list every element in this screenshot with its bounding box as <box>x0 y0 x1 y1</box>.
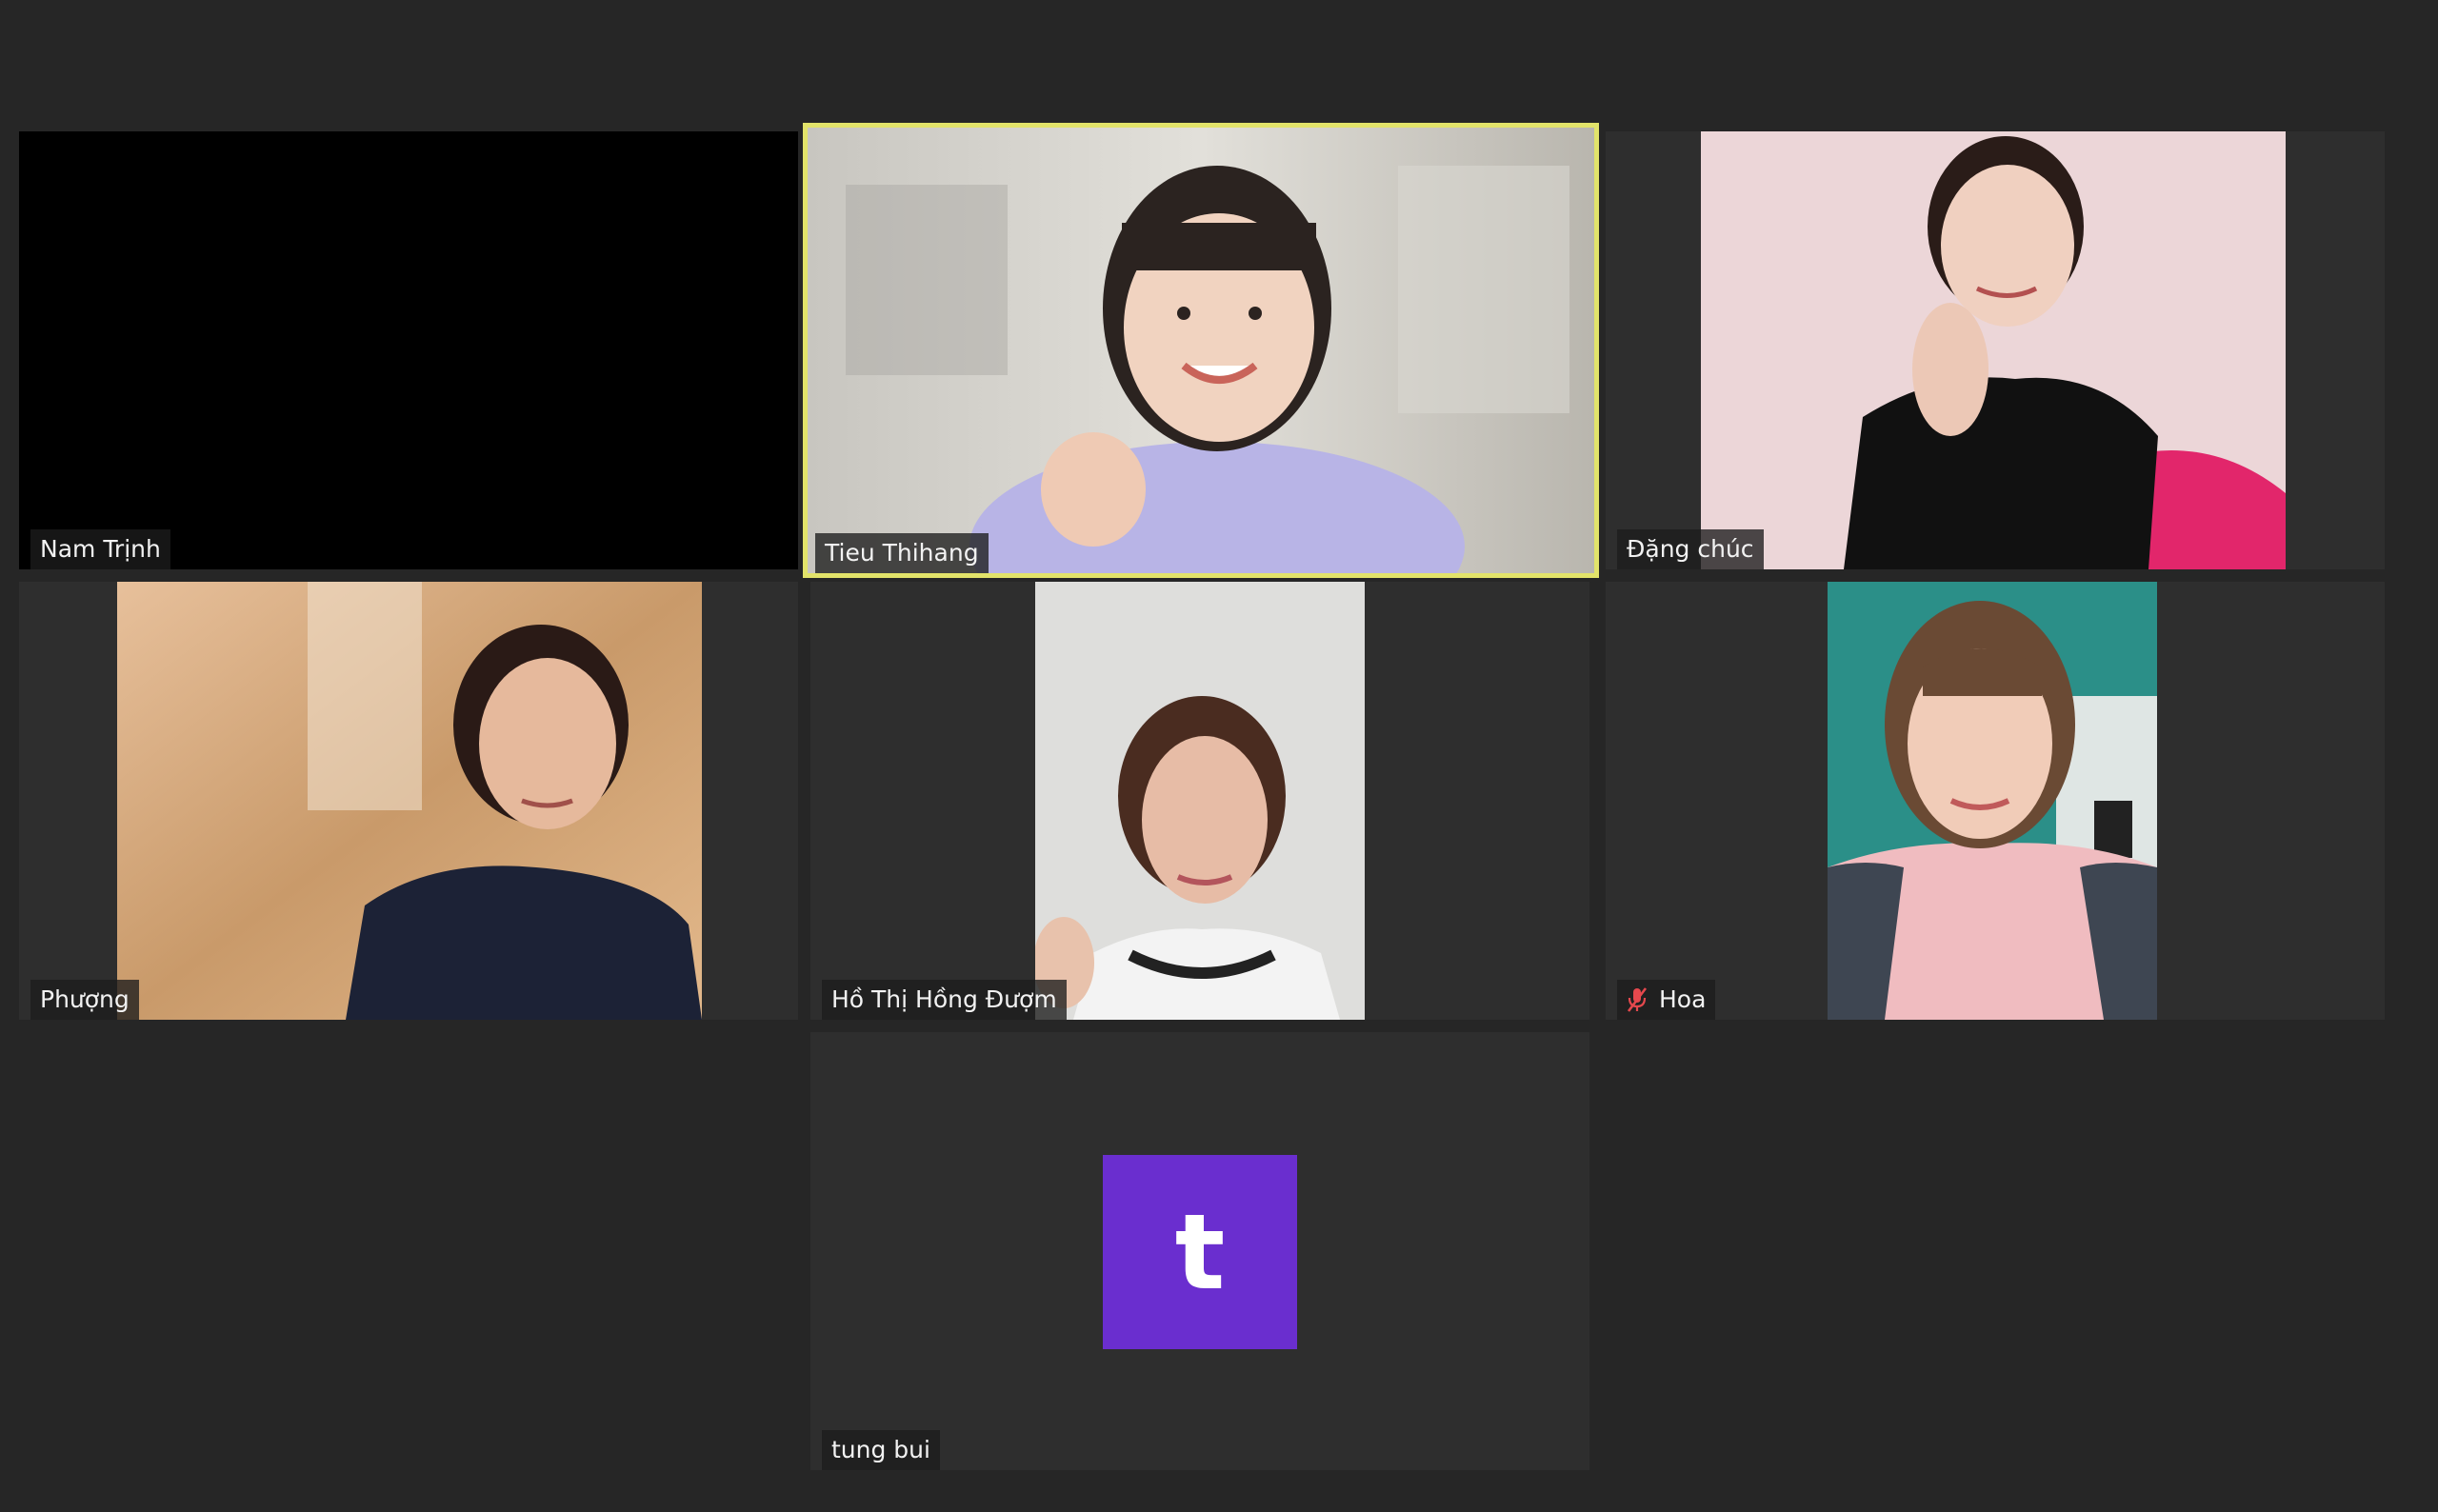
participant-tile-tung-bui[interactable]: t tung bui <box>810 1032 1589 1470</box>
participant-name: Phượng <box>40 985 130 1013</box>
participant-video <box>117 582 702 1020</box>
microphone-muted-icon <box>1627 987 1648 1012</box>
participant-name: Tieu Thihang <box>825 539 979 567</box>
participant-name: Hoa <box>1659 985 1707 1013</box>
video-frame <box>1701 131 2286 569</box>
video-frame <box>808 128 1594 573</box>
participant-name: Hồ Thị Hồng Đượm <box>831 985 1057 1013</box>
participant-video <box>1035 582 1365 1020</box>
participant-name-tag: Đặng chúc <box>1617 529 1764 569</box>
participant-tile-ho-thi-hong-duom[interactable]: Hồ Thị Hồng Đượm <box>810 582 1589 1020</box>
participant-tile-dang-chuc[interactable]: Đặng chúc <box>1606 131 2385 569</box>
video-frame <box>1035 582 1365 1020</box>
participant-avatar: t <box>1103 1155 1297 1349</box>
video-frame <box>117 582 702 1020</box>
participant-name: Đặng chúc <box>1627 535 1754 563</box>
participant-name-tag: Hồ Thị Hồng Đượm <box>822 980 1067 1020</box>
participant-name: Nam Trịnh <box>40 535 161 563</box>
participant-video <box>1701 131 2286 569</box>
participant-name-tag: Nam Trịnh <box>30 529 170 569</box>
participant-video <box>808 128 1594 573</box>
participant-video <box>1828 582 2157 1020</box>
participant-tile-phuong[interactable]: Phượng <box>19 582 798 1020</box>
participant-tile-hoa[interactable]: Hoa <box>1606 582 2385 1020</box>
meeting-gallery-view: Nam Trịnh Tieu Thihang Đặng chúc Phượng … <box>0 0 2438 1512</box>
video-frame <box>1828 582 2157 1020</box>
participant-name-tag: tung bui <box>822 1430 940 1470</box>
participant-name-tag: Tieu Thihang <box>815 533 989 573</box>
participant-name: tung bui <box>831 1436 930 1463</box>
participant-name-tag: Phượng <box>30 980 139 1020</box>
participant-name-tag: Hoa <box>1617 980 1716 1020</box>
participant-tile-nam-trinh[interactable]: Nam Trịnh <box>19 131 798 569</box>
participant-tile-tieu-thihang[interactable]: Tieu Thihang <box>808 128 1594 573</box>
